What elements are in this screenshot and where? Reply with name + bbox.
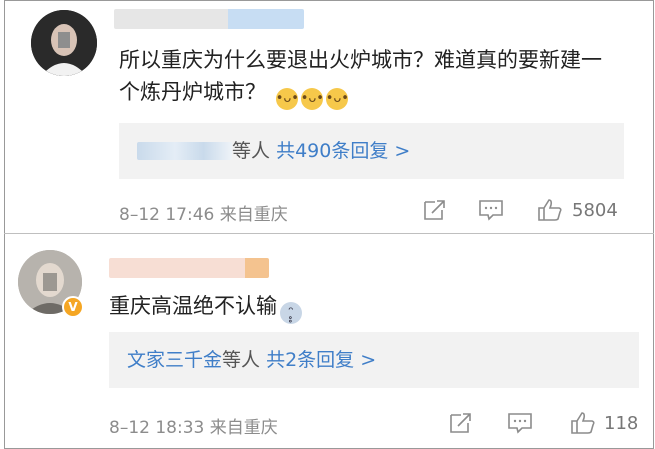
like-count: 118 bbox=[604, 413, 639, 434]
comment-footer: 8–12 17:46 来自重庆 5804 bbox=[4, 196, 654, 226]
comment-source: 来自重庆 bbox=[209, 418, 278, 438]
doge-emoji-icon: •ᴗ• bbox=[300, 88, 324, 110]
username-blurred[interactable] bbox=[109, 258, 269, 278]
comment-text: 所以重庆为什么要退出火炉城市？难道真的要新建一个炼丹炉城市？ •ᴗ• •ᴗ• •ᴗ• bbox=[119, 44, 619, 110]
reply-names[interactable]: 文家三千金 bbox=[127, 349, 222, 371]
doge-emoji-icon: •ᴗ• bbox=[325, 88, 349, 110]
cry-emoji-icon: ᵔ̥̥ bbox=[280, 302, 302, 324]
username-blurred[interactable] bbox=[114, 9, 304, 29]
verified-badge-icon: V bbox=[62, 296, 84, 318]
share-icon[interactable] bbox=[422, 198, 448, 222]
comment-time: 8–12 17:46 bbox=[119, 205, 215, 225]
share-icon[interactable] bbox=[448, 411, 474, 435]
comment-item: 所以重庆为什么要退出火炉城市？难道真的要新建一个炼丹炉城市？ •ᴗ• •ᴗ• •ᴗ•… bbox=[4, 0, 654, 233]
reply-suffix: 等人 bbox=[222, 349, 261, 371]
comment-text: 重庆高温绝不认输 ᵔ̥̥ bbox=[109, 290, 609, 324]
reply-summary[interactable]: 文家三千金等人 共2条回复 > bbox=[109, 332, 639, 388]
reply-names-blurred bbox=[137, 142, 232, 160]
avatar[interactable] bbox=[31, 10, 97, 76]
comment-body: 重庆高温绝不认输 bbox=[109, 294, 277, 318]
comment-meta: 8–12 18:33 来自重庆 bbox=[109, 413, 278, 438]
comment-meta: 8–12 17:46 来自重庆 bbox=[119, 200, 288, 225]
comment-source: 来自重庆 bbox=[219, 205, 288, 225]
like-icon[interactable] bbox=[570, 411, 596, 435]
reply-count-link[interactable]: 共2条回复 > bbox=[266, 349, 376, 371]
reply-count-link[interactable]: 共490条回复 > bbox=[276, 140, 410, 162]
comment-body: 所以重庆为什么要退出火炉城市？难道真的要新建一个炼丹炉城市？ bbox=[119, 48, 602, 104]
comment-icon[interactable] bbox=[478, 198, 504, 222]
comment-icon[interactable] bbox=[507, 411, 533, 435]
doge-emoji-icon: •ᴗ• bbox=[275, 88, 299, 110]
like-count: 5804 bbox=[572, 200, 618, 221]
like-icon[interactable] bbox=[537, 198, 563, 222]
reply-summary[interactable]: 等人 共490条回复 > bbox=[119, 123, 624, 179]
comment-footer: 8–12 18:33 来自重庆 118 bbox=[4, 409, 654, 439]
comment-time: 8–12 18:33 bbox=[109, 418, 205, 438]
comment-item: V 重庆高温绝不认输 ᵔ̥̥ 文家三千金等人 共2条回复 > 8–12 18:33… bbox=[4, 233, 654, 449]
reply-suffix: 等人 bbox=[232, 140, 271, 162]
